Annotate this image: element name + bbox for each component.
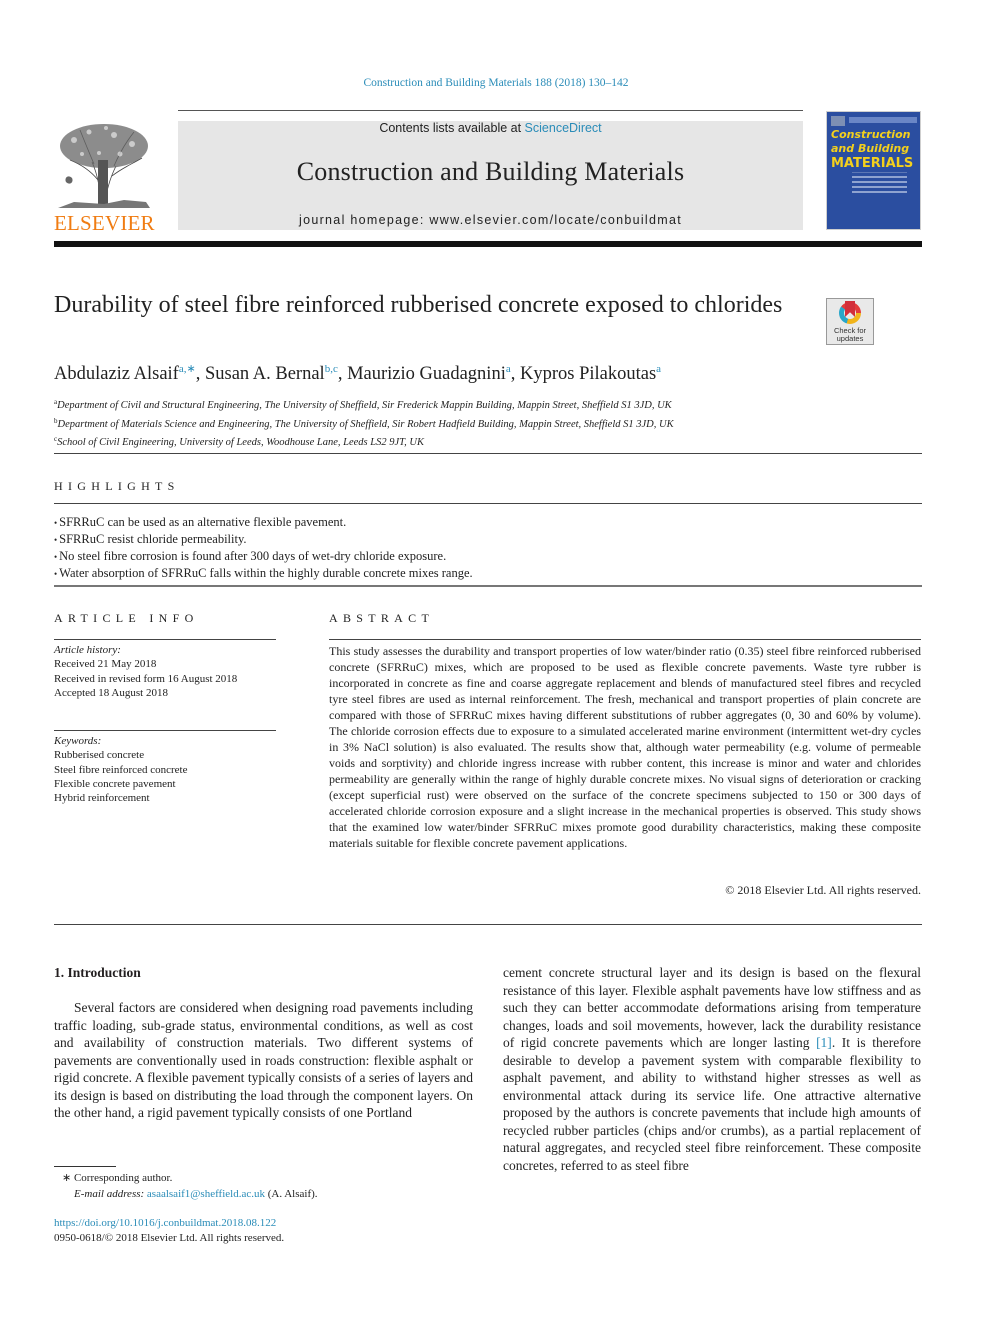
abstract-heading: ABSTRACT: [329, 611, 435, 625]
citation-link[interactable]: Construction and Building Materials 188 …: [363, 77, 628, 89]
check-for-updates-label: Check for updates: [833, 326, 867, 343]
cover-title-line2: and Building: [831, 142, 910, 155]
abstract-copyright: © 2018 Elsevier Ltd. All rights reserved…: [725, 883, 921, 897]
contents-line: Contents lists available at ScienceDirec…: [178, 121, 803, 135]
author-name[interactable]: Kypros Pilakoutas: [520, 364, 656, 384]
journal-citation[interactable]: Construction and Building Materials 188 …: [0, 77, 992, 89]
author-affiliation-mark[interactable]: b,c: [325, 363, 338, 375]
keyword-item: Steel fibre reinforced concrete: [54, 763, 188, 776]
highlights-heading: HIGHLIGHTS: [54, 479, 180, 493]
affiliation-item: cSchool of Civil Engineering, University…: [54, 435, 424, 448]
corresponding-author-footnote: ∗ Corresponding author. E-mail address: …: [62, 1172, 318, 1200]
divider: [54, 924, 922, 925]
keyword-item: Hybrid reinforcement: [54, 792, 150, 805]
doi-block: https://doi.org/10.1016/j.conbuildmat.20…: [54, 1216, 284, 1245]
author-name[interactable]: Abdulaziz Alsaif: [54, 364, 179, 384]
author-affiliation-mark[interactable]: a,∗: [179, 363, 196, 375]
cover-logo-icon: [831, 116, 845, 126]
footnote-rule: [54, 1166, 116, 1167]
history-item: Received in revised form 16 August 2018: [54, 672, 238, 685]
highlight-item: Water absorption of SFRRuC falls within …: [54, 565, 473, 582]
divider: [54, 730, 276, 731]
author-name[interactable]: Maurizio Guadagnini: [347, 364, 506, 384]
article-title: Durability of steel fibre reinforced rub…: [54, 292, 783, 318]
intro-left-column: Several factors are considered when desi…: [54, 1000, 473, 1120]
check-for-updates-button[interactable]: Check for updates: [826, 298, 874, 345]
affiliation-item: aDepartment of Civil and Structural Engi…: [54, 398, 672, 411]
email-label: E-mail address:: [74, 1188, 145, 1200]
keyword-item: Rubberised concrete: [54, 749, 145, 762]
header-rule: [178, 110, 803, 111]
article-info-heading: ARTICLE INFO: [54, 611, 199, 625]
divider: [329, 639, 921, 640]
affiliations: aDepartment of Civil and Structural Engi…: [54, 395, 674, 451]
affiliation-item: bDepartment of Materials Science and Eng…: [54, 416, 674, 430]
doi-link[interactable]: https://doi.org/10.1016/j.conbuildmat.20…: [54, 1217, 276, 1229]
intro-right-column: cement concrete structural layer and its…: [503, 964, 921, 1174]
divider: [54, 503, 922, 504]
author-affiliation-mark[interactable]: a: [506, 363, 511, 375]
asterisk-mark: ∗: [62, 1172, 72, 1184]
journal-cover-thumbnail[interactable]: Construction and Building MATERIALS: [826, 111, 921, 230]
article-history-label: Article history:: [54, 644, 121, 656]
highlights-list: SFRRuC can be used as an alternative fle…: [54, 514, 473, 582]
tree-icon: [58, 124, 150, 209]
journal-title: Construction and Building Materials: [296, 157, 685, 186]
divider: [54, 639, 276, 640]
cover-title-line3: MATERIALS: [831, 156, 914, 171]
author-list: Abdulaziz Alsaifa,∗, Susan A. Bernalb,c,…: [54, 363, 662, 384]
header-thick-rule: [54, 241, 922, 247]
section-heading-introduction: 1. Introduction: [54, 965, 141, 980]
keyword-item: Flexible concrete pavement: [54, 777, 176, 790]
intro-text: . It is therefore desirable to develop a…: [503, 1035, 921, 1173]
author-affiliation-mark[interactable]: a: [656, 363, 661, 375]
cover-subtitle-lines: [852, 172, 907, 203]
reference-link[interactable]: [1]: [816, 1035, 832, 1050]
keywords: Keywords: Rubberised concrete Steel fibr…: [54, 734, 187, 805]
history-item: Received 21 May 2018: [54, 658, 157, 671]
highlight-item: SFRRuC resist chloride permeability.: [54, 531, 473, 548]
keywords-label: Keywords:: [54, 735, 102, 747]
cover-title-line1: Construction: [831, 128, 911, 141]
issn-line: 0950-0618/© 2018 Elsevier Ltd. All right…: [54, 1231, 285, 1244]
divider: [54, 585, 922, 587]
author-name[interactable]: Susan A. Bernal: [205, 364, 325, 384]
email-link[interactable]: asaalsaif1@sheffield.ac.uk: [147, 1188, 265, 1200]
cover-stripe: [849, 117, 917, 123]
history-item: Accepted 18 August 2018: [54, 686, 168, 699]
elsevier-wordmark: ELSEVIER: [54, 211, 155, 235]
highlight-item: No steel fibre corrosion is found after …: [54, 548, 473, 565]
abstract-text: This study assesses the durability and t…: [329, 644, 921, 850]
sciencedirect-link[interactable]: ScienceDirect: [525, 121, 602, 135]
highlight-item: SFRRuC can be used as an alternative fle…: [54, 514, 473, 531]
divider: [54, 453, 922, 454]
article-history: Article history: Received 21 May 2018 Re…: [54, 643, 237, 700]
journal-homepage[interactable]: journal homepage: www.elsevier.com/locat…: [178, 213, 803, 227]
contents-prefix: Contents lists available at: [379, 121, 525, 135]
